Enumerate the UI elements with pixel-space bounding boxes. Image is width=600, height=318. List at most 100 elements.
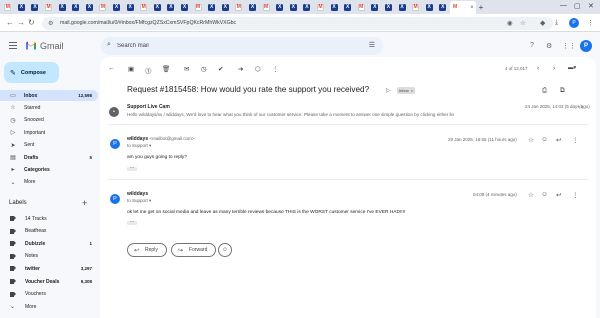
add-task-icon[interactable]: ✔ (218, 65, 223, 73)
downloads-icon[interactable]: ⤓ (555, 19, 558, 27)
extension-icon[interactable]: ◆ (540, 19, 545, 27)
compose-button[interactable]: ✎ Compose (4, 62, 59, 83)
browser-tab[interactable]: X (178, 2, 192, 13)
browser-tab[interactable]: X (395, 2, 409, 13)
recipient-dropdown[interactable]: to Support ▾ (127, 198, 151, 204)
browser-tab[interactable]: M (232, 2, 246, 13)
sidebar-item-sent[interactable]: ➤ Sent (0, 140, 98, 151)
label-item-twitter[interactable]: twitter 3,297 (0, 263, 98, 274)
remove-label-icon[interactable]: × (411, 88, 413, 93)
delete-icon[interactable]: 🗑 (162, 65, 170, 73)
newer-chevron-icon[interactable]: ‹ (537, 65, 539, 72)
bookmark-star-icon[interactable]: ☆ (520, 19, 526, 27)
show-trimmed-content-icon[interactable]: ··· (127, 166, 137, 171)
emoji-react-icon[interactable]: ☺ (541, 191, 548, 198)
star-icon[interactable]: ☆ (528, 191, 534, 199)
star-icon[interactable]: ☆ (528, 136, 534, 144)
older-chevron-icon[interactable]: › (553, 65, 555, 72)
message-sender[interactable]: wilddays <mailbot@gmail.com> (127, 136, 194, 142)
label-item-vouchers[interactable]: Vouchers (0, 289, 98, 300)
label-item-14-tracks[interactable]: 14 Tracks (0, 213, 98, 224)
browser-tab[interactable]: X (368, 2, 382, 13)
browser-tab[interactable]: X (28, 2, 42, 13)
browser-tab[interactable]: X (164, 2, 178, 13)
account-avatar[interactable]: P (580, 40, 592, 52)
sidebar-item-snoozed[interactable]: ◷ Snoozed (0, 115, 98, 126)
move-to-icon[interactable]: ➜ (238, 65, 243, 73)
browser-tab[interactable]: X (273, 2, 287, 13)
report-spam-icon[interactable]: ⓵ (145, 65, 152, 75)
sidebar-item-starred[interactable]: ☆ Starred (0, 102, 98, 113)
browser-profile-icon[interactable]: P (569, 18, 579, 28)
apps-grid-icon[interactable]: ⋮⋮ (562, 42, 576, 50)
new-tab-icon[interactable]: + (479, 3, 484, 12)
label-item-dubizzle[interactable]: Dubizzle 1 (0, 238, 98, 249)
emoji-reaction-button[interactable]: ☺ (218, 243, 232, 257)
snooze-icon[interactable]: ◷ (201, 65, 207, 73)
message-sender[interactable]: Support Live Cam (127, 104, 170, 110)
message-snippet[interactable]: Hello wilddays/sx / wilddays, We'd love … (127, 112, 522, 117)
browser-tab[interactable]: X (205, 2, 219, 13)
eye-icon[interactable]: ◉ (507, 19, 513, 27)
inbox-label-chip[interactable]: Inbox × (397, 87, 416, 94)
sidebar-item-more[interactable]: ⌄ More (0, 177, 98, 188)
search-input[interactable] (117, 41, 357, 51)
url-text[interactable]: mail.google.com/mail/u/0/#inbox/FMfcgzQZ… (60, 20, 236, 26)
more-actions-icon[interactable]: ⋮ (272, 65, 279, 73)
forward-icon[interactable]: → (17, 18, 25, 27)
reply-button[interactable]: ↩ Reply (127, 243, 167, 257)
back-to-inbox-icon[interactable]: ← (108, 65, 115, 72)
label-item-more[interactable]: ⌄ More (0, 301, 98, 312)
archive-icon[interactable]: ▣ (128, 65, 134, 73)
browser-tab[interactable]: X (83, 2, 97, 13)
open-new-window-icon[interactable]: ⧉ (560, 87, 565, 95)
browser-tab[interactable]: M (409, 2, 423, 13)
search-options-icon[interactable]: ☰ (369, 41, 375, 49)
browser-tab[interactable]: M (354, 2, 368, 13)
site-info-icon[interactable]: ⚙ (48, 20, 53, 27)
star-icon[interactable]: ☆ (578, 103, 584, 111)
forward-button[interactable]: ↪ Forward (171, 243, 217, 257)
help-icon[interactable]: ? (530, 42, 534, 49)
more-options-icon[interactable]: ⋮ (572, 191, 579, 199)
browser-tab[interactable]: X (110, 2, 124, 13)
sidebar-item-drafts[interactable]: ▤ Drafts 5 (0, 152, 98, 163)
reload-icon[interactable]: ↻ (28, 18, 35, 27)
browser-tab[interactable]: X (286, 2, 300, 13)
browser-tab[interactable]: X (341, 2, 355, 13)
browser-tab[interactable]: M (191, 2, 205, 13)
print-all-icon[interactable]: ⎙ (542, 87, 547, 95)
emoji-react-icon[interactable]: ☺ (541, 136, 548, 143)
sidebar-item-important[interactable]: ▷ Important (0, 127, 98, 138)
browser-tab[interactable]: X (327, 2, 341, 13)
settings-gear-icon[interactable]: ⚙ (546, 42, 552, 50)
browser-tab[interactable]: X (15, 2, 29, 13)
reply-icon[interactable]: ↩ (556, 191, 561, 199)
back-icon[interactable]: ← (6, 18, 14, 27)
more-options-icon[interactable]: ⋮ (572, 136, 579, 144)
browser-tab[interactable]: X (382, 2, 396, 13)
mark-unread-icon[interactable]: ✉ (184, 65, 189, 73)
minimize-icon[interactable]: — (560, 2, 567, 9)
label-item-beatfreax[interactable]: Beatfreax (0, 226, 98, 237)
label-item-voucher-deals[interactable]: Voucher Deals 9,308 (0, 276, 98, 287)
browser-tab[interactable]: X (55, 2, 69, 13)
browser-tab[interactable]: X (123, 2, 137, 13)
browser-tab[interactable]: X (69, 2, 83, 13)
importance-marker-icon[interactable]: ▷ (386, 87, 391, 94)
reply-icon[interactable]: ↩ (556, 136, 561, 144)
label-icon[interactable]: ⬡ (255, 65, 261, 73)
omnibox[interactable]: ⚙ mail.google.com/mail/u/0/#inbox/FMfcgz… (42, 16, 553, 30)
browser-tab[interactable]: M (96, 2, 110, 13)
label-item-notes[interactable]: Notes (0, 251, 98, 262)
browser-tab[interactable]: M (1, 2, 15, 13)
message-sender[interactable]: wilddays (127, 191, 148, 197)
browser-tab[interactable]: M (42, 2, 56, 13)
active-browser-tab[interactable]: M × (449, 1, 476, 14)
browser-tab[interactable]: X (422, 2, 436, 13)
browser-tab[interactable]: M (314, 2, 328, 13)
close-tab-icon[interactable]: × (470, 5, 474, 11)
browser-menu-icon[interactable]: ⋮ (587, 19, 594, 27)
maximize-icon[interactable]: ▢ (574, 2, 581, 10)
browser-tab[interactable]: X (219, 2, 233, 13)
